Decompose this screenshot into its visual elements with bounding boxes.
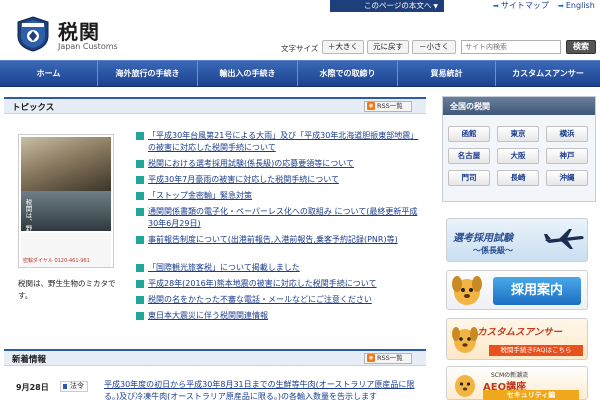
site-title[interactable]: 税関: [58, 16, 100, 45]
office-nagasaki-button[interactable]: 長崎: [497, 170, 539, 186]
skip-link-label: このページの本文へ: [364, 1, 432, 10]
airplane-icon: [544, 229, 584, 249]
recruit-info-label: 採用案内: [493, 277, 581, 305]
triangle-down-icon: ▼: [433, 3, 438, 10]
bullet-square-icon: [136, 296, 144, 304]
office-tokyo-button[interactable]: 東京: [497, 126, 539, 142]
rss-label: RSS一覧: [377, 354, 403, 362]
bullet-square-icon: [136, 280, 144, 288]
office-okinawa-button[interactable]: 沖縄: [546, 170, 588, 186]
recruit-exam-sub: 〜係長級〜: [473, 246, 513, 255]
office-moji-button[interactable]: 門司: [448, 170, 490, 186]
news-category-badge: 法令: [60, 381, 88, 392]
topic-link[interactable]: 税関における選考採用試験(係長級)の応募要領等について: [148, 158, 420, 170]
english-label: English: [565, 1, 595, 10]
nav-item-home[interactable]: ホーム: [0, 61, 98, 86]
customs-offices-panel: 全国の税関 函館 東京 横浜 名古屋 大阪 神戸 門司 長崎 沖縄: [442, 96, 596, 202]
topic-link[interactable]: 税関の名をかたった不審な電話・メールなどにご注意ください: [148, 294, 420, 306]
top-utility-bar: このページの本文へ ▼ ➡ サイトマップ ➡ English: [0, 0, 600, 12]
mascot-dog-icon: [452, 276, 482, 305]
offices-header: 全国の税関: [443, 97, 595, 115]
customs-answer-banner[interactable]: カスタムスアンサー 税関手続きFAQはこちら: [446, 318, 588, 360]
offices-title: 全国の税関: [450, 102, 490, 111]
poster-caption-link[interactable]: 税関は、野生生物のミカタです。: [18, 278, 128, 302]
sitemap-link[interactable]: ➡ サイトマップ: [493, 0, 549, 12]
plus-icon: ＋: [328, 42, 336, 51]
topics-title: トピックス: [12, 103, 55, 113]
office-yokohama-button[interactable]: 横浜: [546, 126, 588, 142]
topic-link[interactable]: 東日本大震災に伴う税関関連情報: [148, 310, 420, 322]
arrow-right-icon: ➡: [493, 2, 499, 10]
aeo-course-banner[interactable]: SCMの新潮流 AEO講座 セキュリティ編: [446, 366, 588, 400]
minus-icon: －: [419, 42, 427, 51]
global-navigation: ホーム 海外旅行の手続き 輸出入の手続き 水際での取締り 貿易統計 カスタムスア…: [0, 60, 600, 87]
poster-phone-number: 密輸ダイヤル 0120-461-961: [23, 258, 90, 264]
customs-emblem-icon[interactable]: [16, 16, 50, 52]
office-hakodate-button[interactable]: 函館: [448, 126, 490, 142]
bullet-square-icon: [136, 208, 144, 216]
wildlife-poster[interactable]: 税関は、野生生物のミカタです。 密輸ダイヤル 0120-461-961: [18, 134, 114, 297]
arrow-right-icon: ➡: [558, 2, 564, 10]
recruit-exam-title: 選考採用試験: [453, 233, 513, 244]
topic-link[interactable]: 平成28年(2016年)熊本地震の被害に対応した税関手続について: [148, 278, 420, 290]
recruit-info-banner[interactable]: 採用案内: [446, 270, 588, 310]
recruit-exam-banner[interactable]: 選考採用試験 〜係長級〜: [446, 218, 588, 262]
bullet-square-icon: [136, 192, 144, 200]
customs-answer-title: カスタムスアンサー: [477, 327, 563, 338]
nav-item-travel[interactable]: 海外旅行の手続き: [98, 61, 198, 86]
bullet-square-icon: [136, 176, 144, 184]
bullet-square-icon: [136, 264, 144, 272]
nav-item-import-export[interactable]: 輸出入の手続き: [198, 61, 298, 86]
skip-to-content-link[interactable]: このページの本文へ ▼: [330, 0, 444, 12]
customs-answer-sub: 税関手続きFAQはこちら: [489, 345, 583, 356]
topic-link[interactable]: 事前報告制度について(出港前報告,入港前報告,乗客予約記録(PNR)等): [148, 234, 420, 246]
topic-link[interactable]: 平成30年7月豪雨の被害に対応した税関手続について: [148, 174, 420, 186]
news-rss-button[interactable]: ◉ RSS一覧: [364, 353, 412, 364]
site-subtitle: Japan Customs: [58, 42, 118, 51]
bullet-square-icon: [136, 132, 144, 140]
font-small-label: 小さく: [426, 42, 450, 51]
office-nagoya-button[interactable]: 名古屋: [448, 148, 490, 164]
aeo-sub: セキュリティ編: [483, 390, 579, 400]
office-kobe-button[interactable]: 神戸: [546, 148, 588, 164]
bullet-square-icon: [136, 236, 144, 244]
rss-label: RSS一覧: [377, 102, 403, 110]
font-size-label: 文字サイズ: [281, 44, 319, 53]
mascot-dog-icon: [452, 327, 478, 353]
topic-link[interactable]: 「国際観光旅客税」について掲載しました: [148, 262, 420, 274]
topic-link[interactable]: 通関関係書類の電子化・ペーパーレス化への取組み について(最終更新平成30年6月…: [148, 206, 420, 230]
site-search-input[interactable]: [461, 40, 561, 54]
font-small-button[interactable]: －小さく: [412, 40, 456, 54]
nav-item-trade-statistics[interactable]: 貿易統計: [398, 61, 496, 86]
rss-icon: ◉: [367, 354, 375, 362]
news-header: 新着情報 ◉ RSS一覧: [4, 349, 426, 366]
topics-header: トピックス ◉ RSS一覧: [4, 97, 426, 114]
font-large-label: 大きく: [335, 42, 359, 51]
otter-photo: [21, 137, 111, 191]
mascot-dog-icon: [455, 375, 475, 397]
topic-link[interactable]: 「ストップ金密輸」緊急対策: [148, 190, 420, 202]
font-large-button[interactable]: ＋大きく: [322, 40, 364, 54]
news-item-link[interactable]: 平成30年度の初日から平成30年8月31日までの生鮮等牛肉(オーストラリア原産品…: [104, 379, 422, 400]
english-link[interactable]: ➡ English: [558, 0, 595, 12]
news-date: 9月28日: [16, 383, 49, 392]
office-osaka-button[interactable]: 大阪: [497, 148, 539, 164]
bullet-square-icon: [136, 160, 144, 168]
topics-rss-button[interactable]: ◉ RSS一覧: [364, 101, 412, 112]
font-reset-button[interactable]: 元に戻す: [367, 40, 409, 54]
topic-link[interactable]: 「平成30年台風第21号による大雨」及び「平成30年北海道胆振東部地震」の被害に…: [148, 130, 420, 154]
sitemap-label: サイトマップ: [500, 1, 549, 10]
poster-band: [21, 191, 111, 231]
nav-item-border-control[interactable]: 水際での取締り: [298, 61, 398, 86]
nav-item-customs-answer[interactable]: カスタムスアンサー: [496, 61, 600, 86]
search-button[interactable]: 検索: [566, 40, 596, 54]
news-title: 新着情報: [12, 355, 47, 365]
bullet-square-icon: [136, 312, 144, 320]
rss-icon: ◉: [367, 102, 375, 110]
